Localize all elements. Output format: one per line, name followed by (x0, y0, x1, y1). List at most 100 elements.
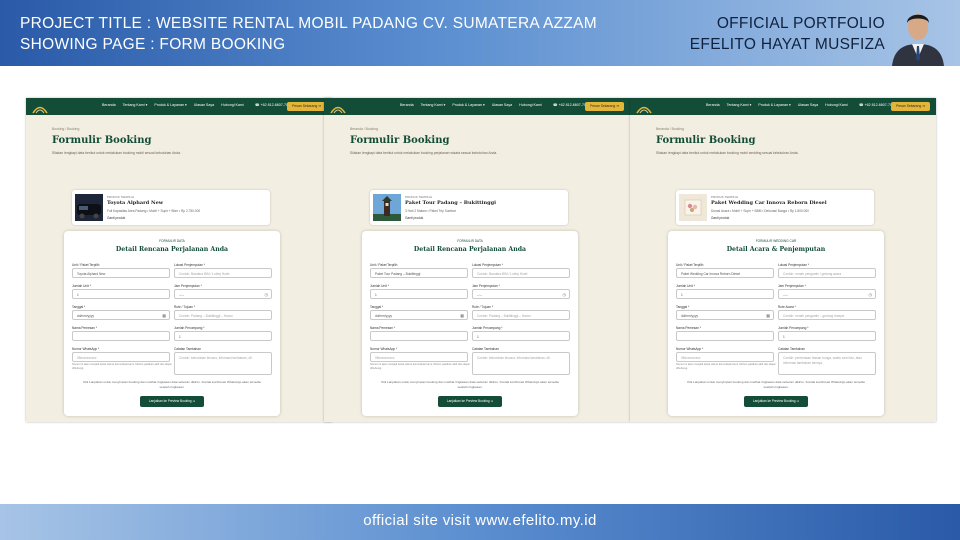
form-textarea[interactable]: Contoh: kebutuhan khusus, informasi tamb… (472, 352, 570, 375)
form-input[interactable]: Paket Wedding Car Innova Reborn Diesel (676, 268, 774, 278)
form-input[interactable]: dd/mm/yyyy ▦ (370, 310, 468, 320)
form-input[interactable] (370, 331, 468, 341)
nav-menu-item[interactable]: Tentang Kami ▾ (123, 103, 148, 107)
form-input[interactable]: --:-- ◷ (778, 289, 876, 299)
form-input[interactable]: dd/mm/yyyy ▦ (676, 310, 774, 320)
portfolio-label: OFFICIAL PORTFOLIO (716, 15, 885, 32)
nav-menu-item[interactable]: Produk & Layanan ▾ (154, 103, 186, 107)
form-field: Jumlah Unit * 1 (370, 284, 468, 299)
form-field: Rute / Tujuan * Contoh: Padang – Bukitti… (174, 305, 272, 320)
nav-menu-item[interactable]: Beranda (706, 103, 720, 107)
continue-preview-button[interactable]: Lanjutkan ke Preview Booking ➔ (140, 396, 204, 407)
calendar-icon[interactable]: ▦ (766, 311, 770, 319)
form-field: Catatan Tambahan Contoh: permintaan hias… (778, 347, 876, 375)
booking-form-card: FORMULIR DATA Detail Rencana Perjalanan … (64, 231, 280, 416)
nav-menu-item[interactable]: Hubungi Kami (221, 103, 244, 107)
breadcrumb: Beranda / Booking (350, 127, 378, 131)
form-input[interactable]: Toyota Alphard New (72, 268, 170, 278)
nav-menu-item[interactable]: Hubungi Kami (825, 103, 848, 107)
nav-book-now-button[interactable]: Pesan Sekarang ➔ (287, 102, 326, 111)
form-field: Lokasi Penjemputan * Contoh: Bandara BIM… (174, 263, 272, 278)
form-input[interactable]: 1 (370, 289, 468, 299)
form-field: Catatan Tambahan Contoh: kebutuhan khusu… (472, 347, 570, 375)
form-input-value: Contoh: Padang – Bukittinggi – Harau (477, 314, 531, 318)
form-field: Jumlah Penumpang * 1 (472, 326, 570, 341)
form-input[interactable]: Contoh: Bandara BIM / Lobby Hotel (174, 268, 272, 278)
nav-book-now-button[interactable]: Pesan Sekarang ➔ (891, 102, 930, 111)
form-title: Detail Acara & Penjemputan (726, 246, 826, 253)
change-product-link[interactable]: Ganti produk (107, 216, 125, 220)
form-input[interactable]: 08xxxxxxxxxx (676, 352, 774, 362)
form-title: Detail Rencana Perjalanan Anda (115, 246, 229, 253)
form-input[interactable]: Contoh: rumah pengantin – gedung resepsi (778, 310, 876, 320)
form-field: Jam Penjemputan * --:-- ◷ (778, 284, 876, 299)
clock-icon[interactable]: ◷ (869, 290, 873, 298)
form-note: Klik Lanjutkan untuk menyimpan booking d… (381, 380, 559, 389)
form-input[interactable]: Contoh: Bandara BIM / Lobby Hotel (472, 268, 570, 278)
form-field: Nomor WhatsApp * 08xxxxxxxxxx Nomor ini … (676, 347, 775, 370)
form-field: Jumlah Penumpang * 1 (778, 326, 876, 341)
form-input[interactable]: 1 (676, 289, 774, 299)
nav-menu-item[interactable]: Produk & Layanan ▾ (758, 103, 790, 107)
author-avatar (888, 3, 948, 66)
nav-book-now-button[interactable]: Pesan Sekarang ➔ (585, 102, 624, 111)
form-note: Klik Lanjutkan untuk menyimpan booking d… (687, 380, 865, 389)
nav-menu-item[interactable]: Produk & Layanan ▾ (452, 103, 484, 107)
form-input[interactable]: 08xxxxxxxxxx (72, 352, 170, 362)
form-input[interactable]: 1 (472, 331, 570, 341)
change-product-link[interactable]: Ganti produk (405, 216, 423, 220)
product-description: Durasi Acara • Mobil + Sopir + BBM • Dek… (711, 209, 809, 213)
form-textarea[interactable]: Contoh: permintaan hiasan bunga, waktu s… (778, 352, 876, 375)
page-title: Formulir Booking (656, 135, 756, 146)
form-input[interactable]: Contoh: Padang – Bukittinggi – Harau (174, 310, 272, 320)
form-field: Nomor WhatsApp * 08xxxxxxxxxx Nomor ini … (370, 347, 469, 370)
form-input[interactable] (72, 331, 170, 341)
form-input[interactable]: 1 (778, 331, 876, 341)
form-input-value: 1 (375, 293, 377, 297)
continue-preview-button[interactable]: Lanjutkan ke Preview Booking ➔ (744, 396, 808, 407)
nav-menu-item[interactable]: Ulasan Saya (798, 103, 818, 107)
form-field: Tanggal * dd/mm/yyyy ▦ (72, 305, 170, 320)
form-field: Nama Pemesan * (676, 326, 774, 341)
form-field: Nama Pemesan * (370, 326, 468, 341)
nav-menu-item[interactable]: Beranda (102, 103, 116, 107)
nav-menu-item[interactable]: Ulasan Saya (492, 103, 512, 107)
nav-menu-item[interactable]: Beranda (400, 103, 414, 107)
form-input[interactable]: Contoh: Padang – Bukittinggi – Harau (472, 310, 570, 320)
form-input[interactable]: Paket Tour Padang – Bukittinggi (370, 268, 468, 278)
form-input[interactable]: --:-- ◷ (472, 289, 570, 299)
form-field: Jam Penjemputan * --:-- ◷ (472, 284, 570, 299)
form-field: Jumlah Penumpang * 1 (174, 326, 272, 341)
form-input[interactable]: --:-- ◷ (174, 289, 272, 299)
product-name: Paket Tour Padang – Bukittinggi (405, 200, 497, 206)
form-tag: FORMULIR DATA (457, 239, 483, 243)
nav-menu-item[interactable]: Ulasan Saya (194, 103, 214, 107)
form-input-value: Contoh: permintaan hiasan bunga, waktu s… (783, 356, 862, 365)
site-logo[interactable] (330, 101, 346, 119)
clock-icon[interactable]: ◷ (563, 290, 567, 298)
screenshot-wedding-booking: Beranda Tentang Kami ▾ Produk & Layanan ▾ U… (630, 98, 936, 422)
form-input[interactable]: 1 (72, 289, 170, 299)
product-description: 3 Hari 2 Malam • Paket Trip Sumbar (405, 209, 456, 213)
nav-menu-item[interactable]: Tentang Kami ▾ (727, 103, 752, 107)
form-input-value: 1 (77, 293, 79, 297)
nav-menu-item[interactable]: Hubungi Kami (519, 103, 542, 107)
product-category: PRODUK TERPILIH (405, 195, 433, 199)
form-textarea[interactable]: Contoh: kebutuhan khusus, informasi tamb… (174, 352, 272, 375)
calendar-icon[interactable]: ▦ (162, 311, 166, 319)
site-logo[interactable] (636, 101, 652, 119)
site-logo[interactable] (32, 101, 48, 119)
form-field: Nomor WhatsApp * 08xxxxxxxxxx Nomor ini … (72, 347, 171, 370)
form-input[interactable]: dd/mm/yyyy ▦ (72, 310, 170, 320)
calendar-icon[interactable]: ▦ (460, 311, 464, 319)
form-input[interactable]: 1 (174, 331, 272, 341)
clock-icon[interactable]: ◷ (265, 290, 269, 298)
nav-menu-item[interactable]: Tentang Kami ▾ (421, 103, 446, 107)
form-input[interactable] (676, 331, 774, 341)
form-input[interactable]: 08xxxxxxxxxx (370, 352, 468, 362)
form-field: Lokasi Penjemputan * Contoh: Bandara BIM… (472, 263, 570, 278)
form-input[interactable]: Contoh: rumah pengantin / gedung acara (778, 268, 876, 278)
form-input-value: Contoh: rumah pengantin / gedung acara (783, 272, 842, 276)
change-product-link[interactable]: Ganti produk (711, 216, 729, 220)
continue-preview-button[interactable]: Lanjutkan ke Preview Booking ➔ (438, 396, 502, 407)
